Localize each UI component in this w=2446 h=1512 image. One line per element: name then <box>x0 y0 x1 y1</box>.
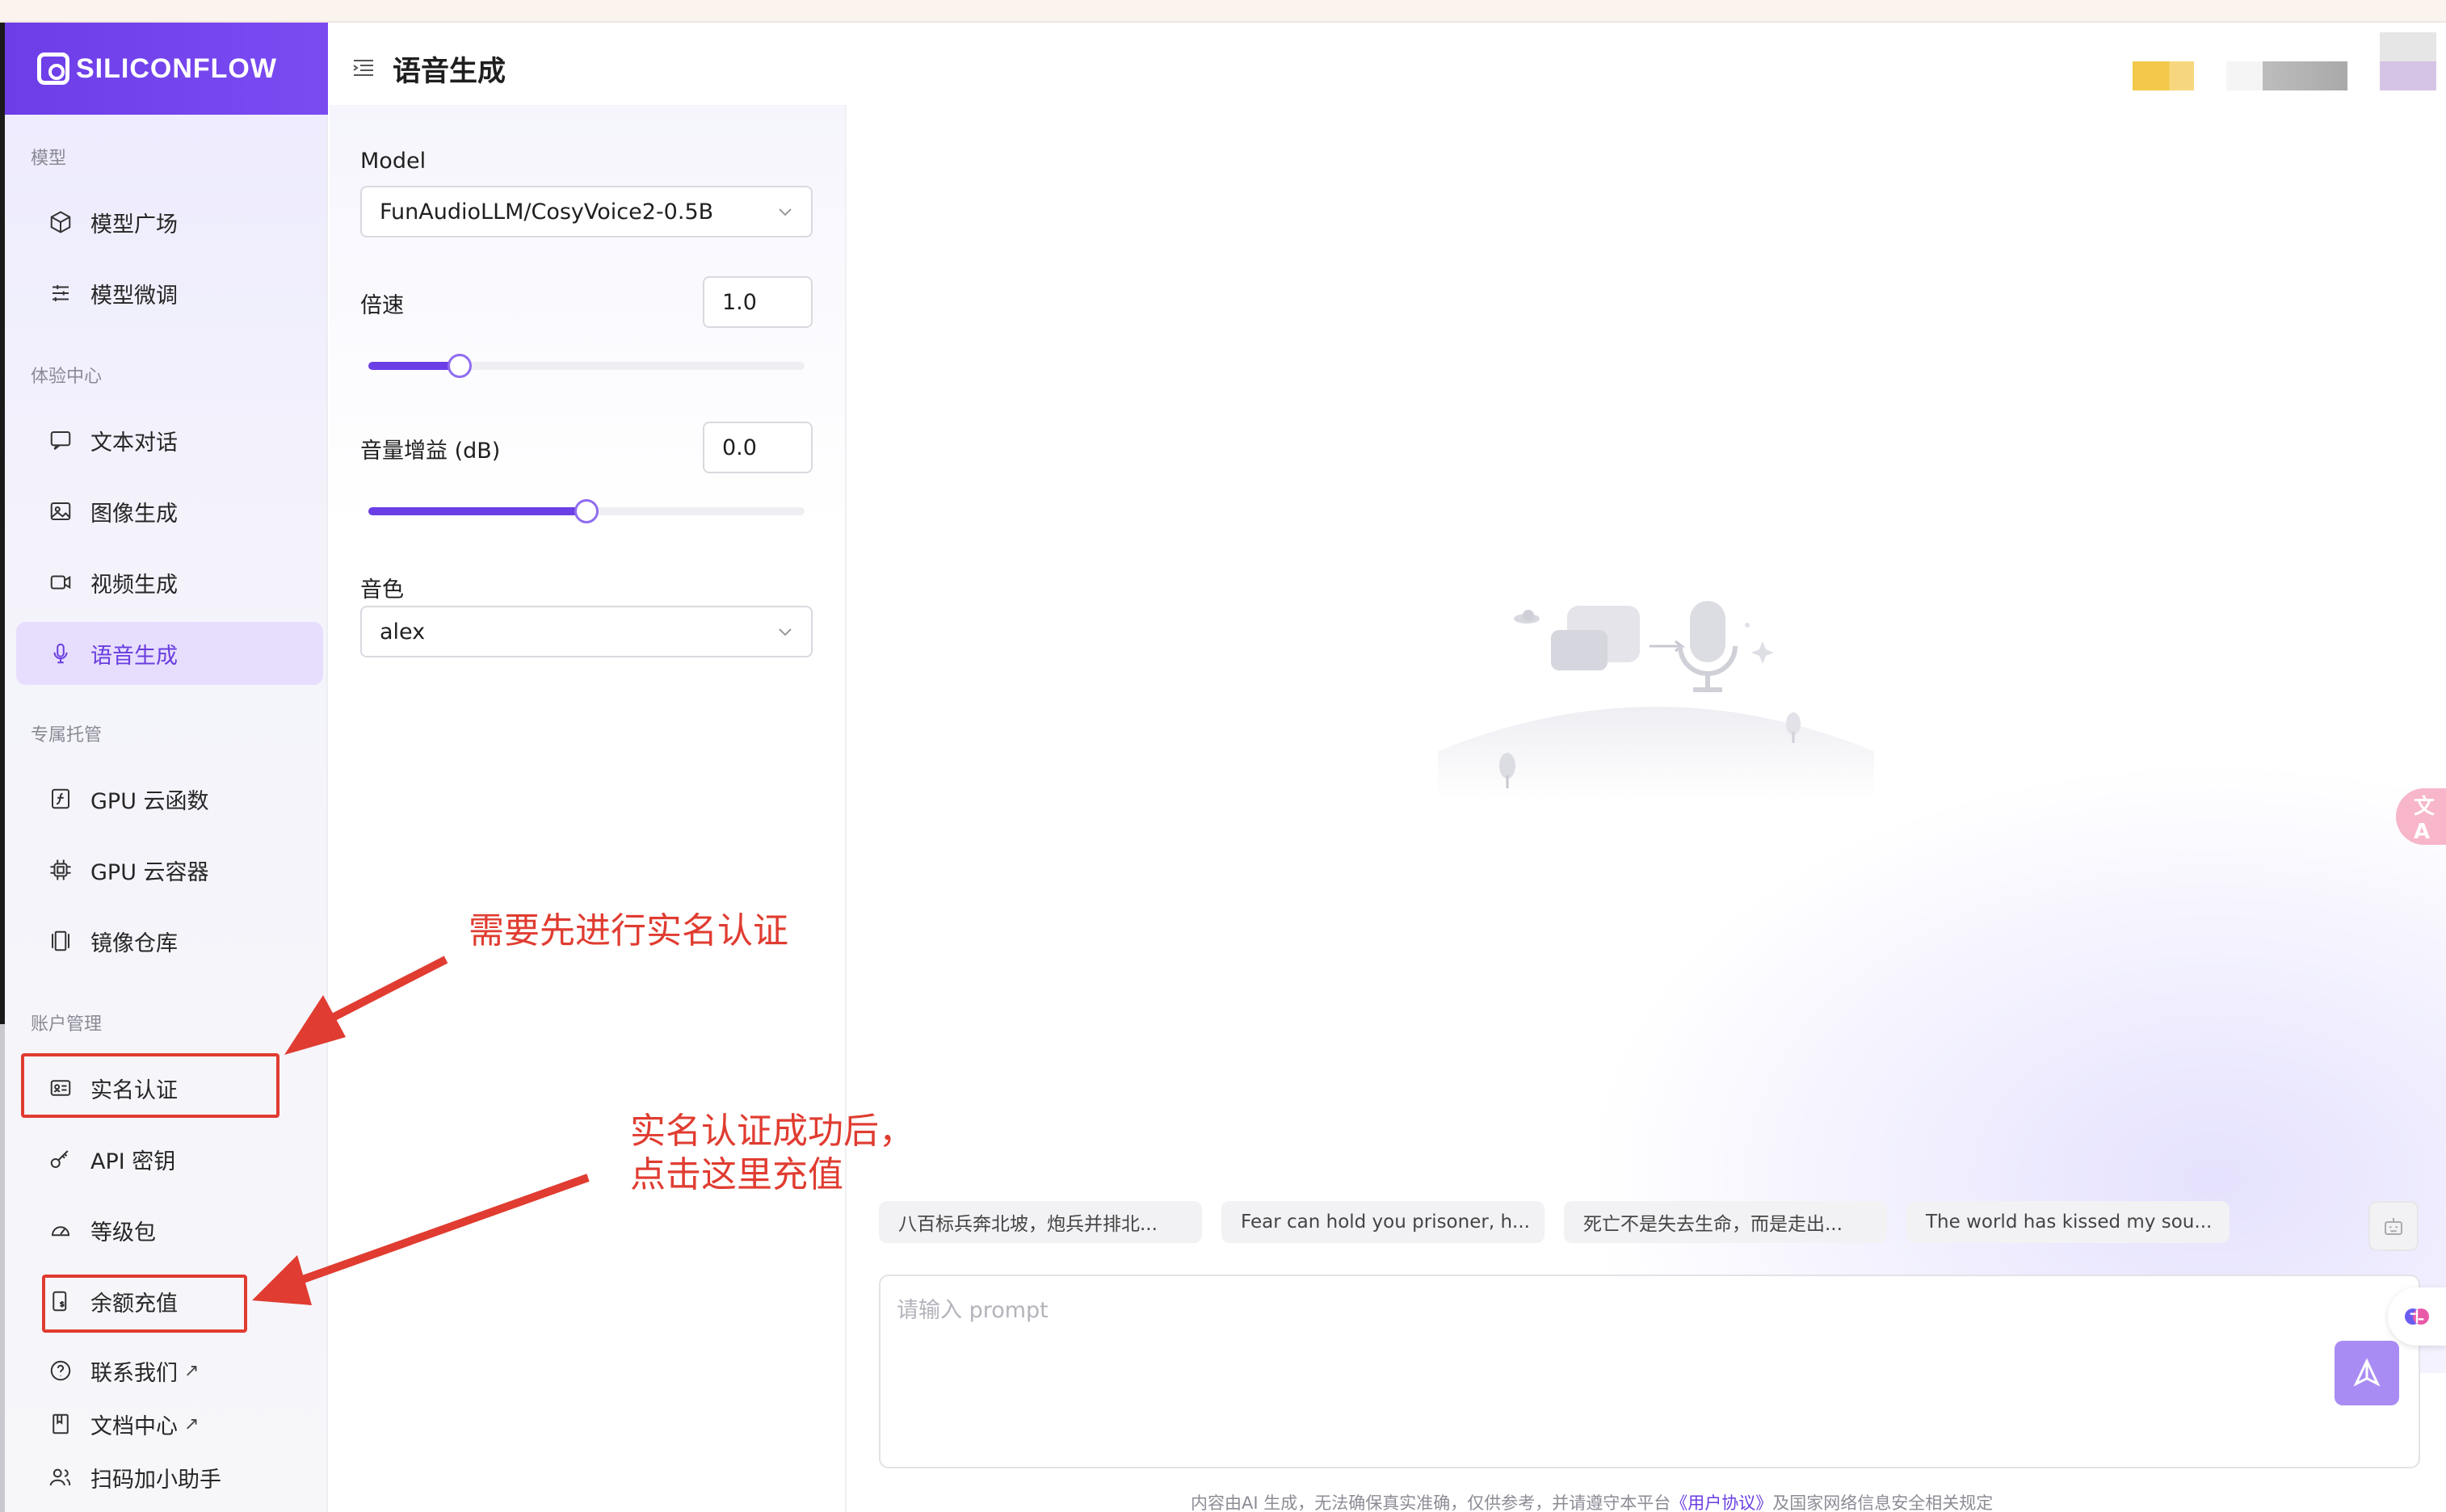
registry-icon <box>48 929 73 953</box>
microphone-icon <box>48 641 73 666</box>
sidebar-item-speech-gen[interactable]: 语音生成 <box>16 622 323 685</box>
robot-icon <box>2385 1218 2402 1235</box>
annotation-note-recharge-line2: 点击这里充值 <box>630 1154 843 1195</box>
assistant-float-button[interactable] <box>2388 1287 2446 1346</box>
book-icon <box>48 1412 73 1436</box>
sidebar-item-api-keys[interactable]: API 密钥 <box>16 1128 323 1191</box>
external-link-icon: ↗ <box>184 1360 200 1381</box>
speed-label: 倍速 <box>360 293 404 318</box>
section-label-experience: 体验中心 <box>31 367 103 387</box>
brand-logo[interactable]: SILICONFLOW <box>5 23 328 115</box>
suggestion-chip-1[interactable]: 八百标兵奔北坡，炮兵并排北... <box>879 1201 1202 1243</box>
sidebar-item-gpu-container[interactable]: GPU 云容器 <box>16 838 323 901</box>
sidebar-item-level-package[interactable]: 等级包 <box>16 1199 323 1262</box>
send-arrow-icon <box>2353 1358 2381 1387</box>
prompt-input[interactable] <box>897 1292 2270 1446</box>
speed-slider-fill <box>368 362 460 370</box>
sidebar-item-model-finetune[interactable]: 模型微调 <box>16 262 323 325</box>
speed-input[interactable]: 1.0 <box>703 276 813 328</box>
sidebar-link-assistant[interactable]: 扫码加小助手 <box>16 1451 323 1504</box>
section-label-account: 账户管理 <box>31 1014 103 1035</box>
sidebar-item-text-chat[interactable]: 文本对话 <box>16 409 323 472</box>
section-label-hosting: 专属托管 <box>31 725 103 746</box>
key-icon <box>48 1147 73 1171</box>
sliders-icon <box>48 281 73 305</box>
prompt-area <box>879 1275 2420 1468</box>
gauge-icon <box>48 1218 73 1242</box>
model-select[interactable]: FunAudioLLM/CosyVoice2-0.5B <box>360 186 813 237</box>
send-button[interactable] <box>2335 1341 2399 1405</box>
gain-label: 音量增益 (dB) <box>360 439 501 464</box>
sidebar-link-docs[interactable]: 文档中心 ↗ <box>16 1397 323 1451</box>
chat-bubble-icon <box>48 428 73 452</box>
gain-slider-fill <box>368 507 586 515</box>
annotation-note-recharge-line1: 实名认证成功后， <box>630 1111 914 1152</box>
sidebar-item-gpu-function[interactable]: GPU 云函数 <box>16 767 323 830</box>
browser-top-strip <box>0 0 2446 23</box>
logo-icon <box>37 52 69 85</box>
empty-state-illustration <box>1438 601 1874 800</box>
suggestion-chip-4[interactable]: The world has kissed my sou... <box>1906 1201 2230 1243</box>
voice-select[interactable]: alex <box>360 606 813 657</box>
gain-slider-thumb[interactable] <box>574 499 599 523</box>
suggestion-chip-3[interactable]: 死亡不是失去生命，而是走出... <box>1564 1201 1887 1243</box>
chevron-down-icon <box>779 208 792 216</box>
image-icon <box>48 499 73 523</box>
external-link-icon: ↗ <box>184 1413 200 1434</box>
disclaimer-footer: 内容由AI 生成，无法确保真实准确，仅供参考，并请遵守本平台《用户协议》及国家网… <box>1191 1493 1994 1512</box>
brain-icon <box>2405 1308 2429 1325</box>
annotation-note-verify-first: 需要先进行实名认证 <box>469 910 788 951</box>
speed-slider[interactable] <box>368 354 805 378</box>
sidebar-item-image-gen[interactable]: 图像生成 <box>16 480 323 543</box>
translate-float-button[interactable]: 文A <box>2396 788 2446 845</box>
model-label: Model <box>360 149 427 174</box>
page-title: 语音生成 <box>393 56 506 88</box>
gain-slider[interactable] <box>368 499 805 523</box>
help-circle-icon <box>48 1359 73 1383</box>
suggestion-chip-2[interactable]: Fear can hold you prisoner, h... <box>1221 1201 1545 1243</box>
user-agreement-link[interactable]: 《用户协议》 <box>1671 1493 1772 1512</box>
function-icon <box>48 787 73 811</box>
sidebar-item-model-plaza[interactable]: 模型广场 <box>16 191 323 254</box>
gain-input[interactable]: 0.0 <box>703 422 813 473</box>
chevron-down-icon <box>779 628 792 636</box>
users-icon <box>48 1465 73 1489</box>
annotation-box-recharge <box>42 1275 247 1333</box>
account-avatar-blurred[interactable] <box>2133 61 2194 90</box>
sidebar-item-video-gen[interactable]: 视频生成 <box>16 551 323 614</box>
section-label-models: 模型 <box>31 149 67 169</box>
sidebar-link-contact-us[interactable]: 联系我们 ↗ <box>16 1344 323 1397</box>
annotation-box-verification <box>21 1053 279 1118</box>
cube-icon <box>48 210 73 234</box>
voice-label: 音色 <box>360 578 404 603</box>
video-camera-icon <box>48 570 73 594</box>
brand-name: SILICONFLOW <box>76 52 277 84</box>
suggestion-toggle-button[interactable] <box>2368 1201 2419 1251</box>
user-avatar-blurred[interactable] <box>2380 32 2436 90</box>
chip-icon <box>48 858 73 882</box>
sidebar-item-image-registry[interactable]: 镜像仓库 <box>16 909 323 972</box>
account-name-blurred[interactable] <box>2226 61 2347 90</box>
menu-fold-icon[interactable] <box>352 58 375 78</box>
